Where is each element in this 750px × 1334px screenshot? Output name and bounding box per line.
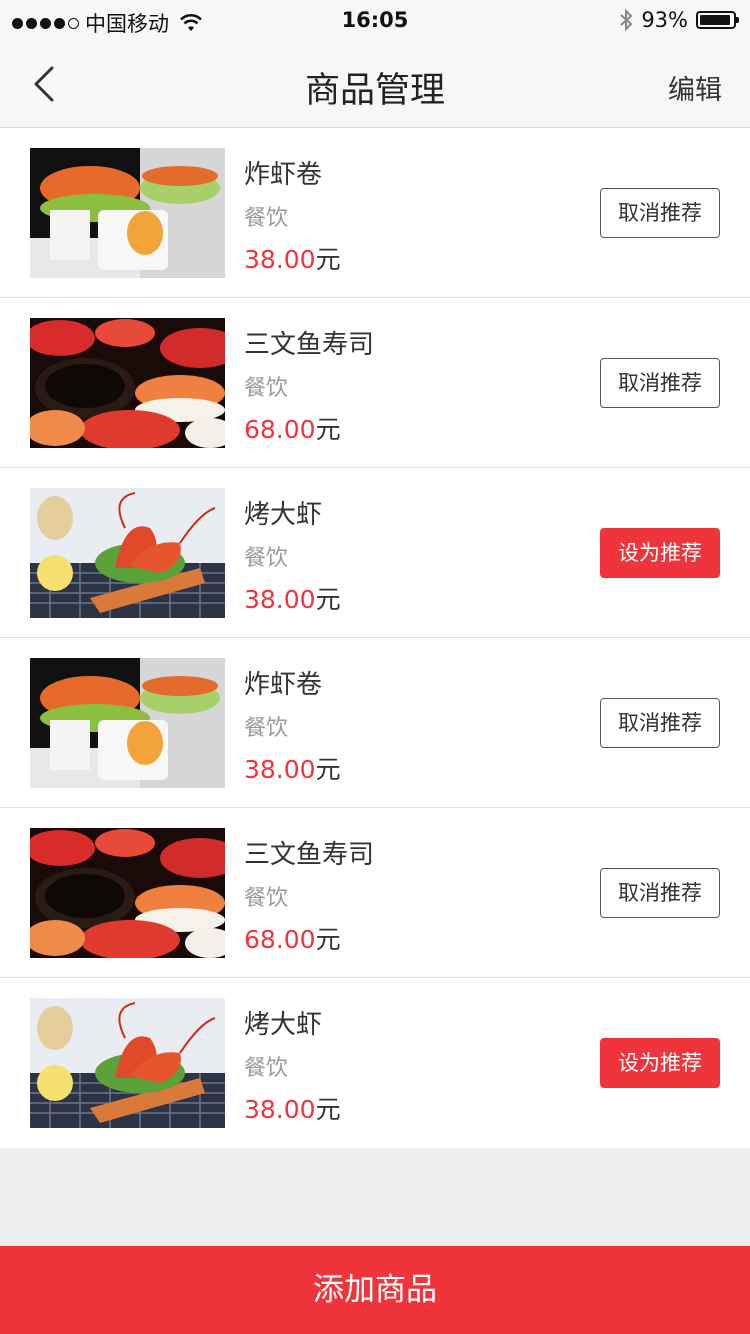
product-category: 餐饮 [244, 716, 289, 741]
product-image [30, 488, 225, 618]
price-unit: 元 [315, 1095, 341, 1124]
product-item[interactable]: 三文鱼寿司餐饮 68.00元 取消推荐 [0, 298, 750, 468]
edit-button[interactable]: 编辑 [668, 68, 722, 107]
product-price: 68.00元 [244, 410, 341, 446]
product-item[interactable]: 烤大虾餐饮 38.00元 设为推荐 [0, 978, 750, 1148]
price-amount: 38.00 [244, 755, 316, 784]
price-unit: 元 [315, 925, 341, 954]
price-amount: 38.00 [244, 245, 316, 274]
product-price: 38.00元 [244, 1090, 341, 1126]
product-item[interactable]: 炸虾卷餐饮 38.00元 取消推荐 [0, 638, 750, 808]
price-amount: 68.00 [244, 925, 316, 954]
set-recommend-button[interactable]: 设为推荐 [600, 1038, 720, 1088]
cancel-recommend-button[interactable]: 取消推荐 [600, 868, 720, 918]
product-name: 烤大虾 [244, 500, 323, 530]
product-name: 炸虾卷 [244, 670, 323, 700]
product-name: 三文鱼寿司 [244, 840, 375, 870]
bluetooth-icon [620, 8, 633, 32]
page-title: 商品管理 [304, 71, 445, 111]
product-category: 餐饮 [244, 206, 289, 231]
product-name: 三文鱼寿司 [244, 330, 375, 360]
price-unit: 元 [315, 585, 341, 614]
cancel-recommend-button[interactable]: 取消推荐 [600, 358, 720, 408]
product-image [30, 828, 225, 958]
product-category: 餐饮 [244, 546, 289, 571]
price-amount: 68.00 [244, 415, 316, 444]
battery-fill [700, 15, 730, 25]
product-price: 38.00元 [244, 750, 341, 786]
product-image [30, 318, 225, 448]
status-right: 93% [619, 8, 739, 32]
product-list: 炸虾卷 餐饮 38.00元 取消推荐 三文鱼寿司 餐饮 68.00元 取消推荐 烤大虾 餐饮 38.… [0, 128, 750, 1148]
product-price: 38.00元 [244, 240, 341, 276]
add-product-button[interactable]: 添加商品 [0, 1246, 750, 1334]
product-item[interactable]: 三文鱼寿司餐饮 68.00元 取消推荐 [0, 808, 750, 978]
price-amount: 38.00 [244, 585, 316, 614]
product-category: 餐饮 [244, 1056, 289, 1081]
product-image [30, 998, 225, 1128]
product-item[interactable]: 炸虾卷餐饮 38.00元 取消推荐 [0, 128, 750, 298]
product-price: 68.00元 [244, 920, 341, 956]
price-amount: 38.00 [244, 1095, 316, 1124]
product-image [30, 658, 225, 788]
cancel-recommend-button[interactable]: 取消推荐 [600, 188, 720, 238]
status-bar: 中国移动 16:05 93% [0, 0, 750, 40]
product-image [30, 148, 225, 278]
cancel-recommend-button[interactable]: 取消推荐 [600, 698, 720, 748]
battery-icon [696, 11, 739, 29]
price-unit: 元 [315, 245, 341, 274]
product-name: 烤大虾 [244, 1010, 323, 1040]
price-unit: 元 [315, 415, 341, 444]
product-item[interactable]: 烤大虾餐饮 38.00元 设为推荐 [0, 468, 750, 638]
product-category: 餐饮 [244, 886, 289, 911]
nav-bar: 商品管理 编辑 [0, 40, 750, 128]
product-price: 38.00元 [244, 580, 341, 616]
product-name: 炸虾卷 [244, 160, 323, 190]
battery-percent: 93% [641, 8, 688, 32]
price-unit: 元 [315, 755, 341, 784]
product-category: 餐饮 [244, 376, 289, 401]
set-recommend-button[interactable]: 设为推荐 [600, 528, 720, 578]
